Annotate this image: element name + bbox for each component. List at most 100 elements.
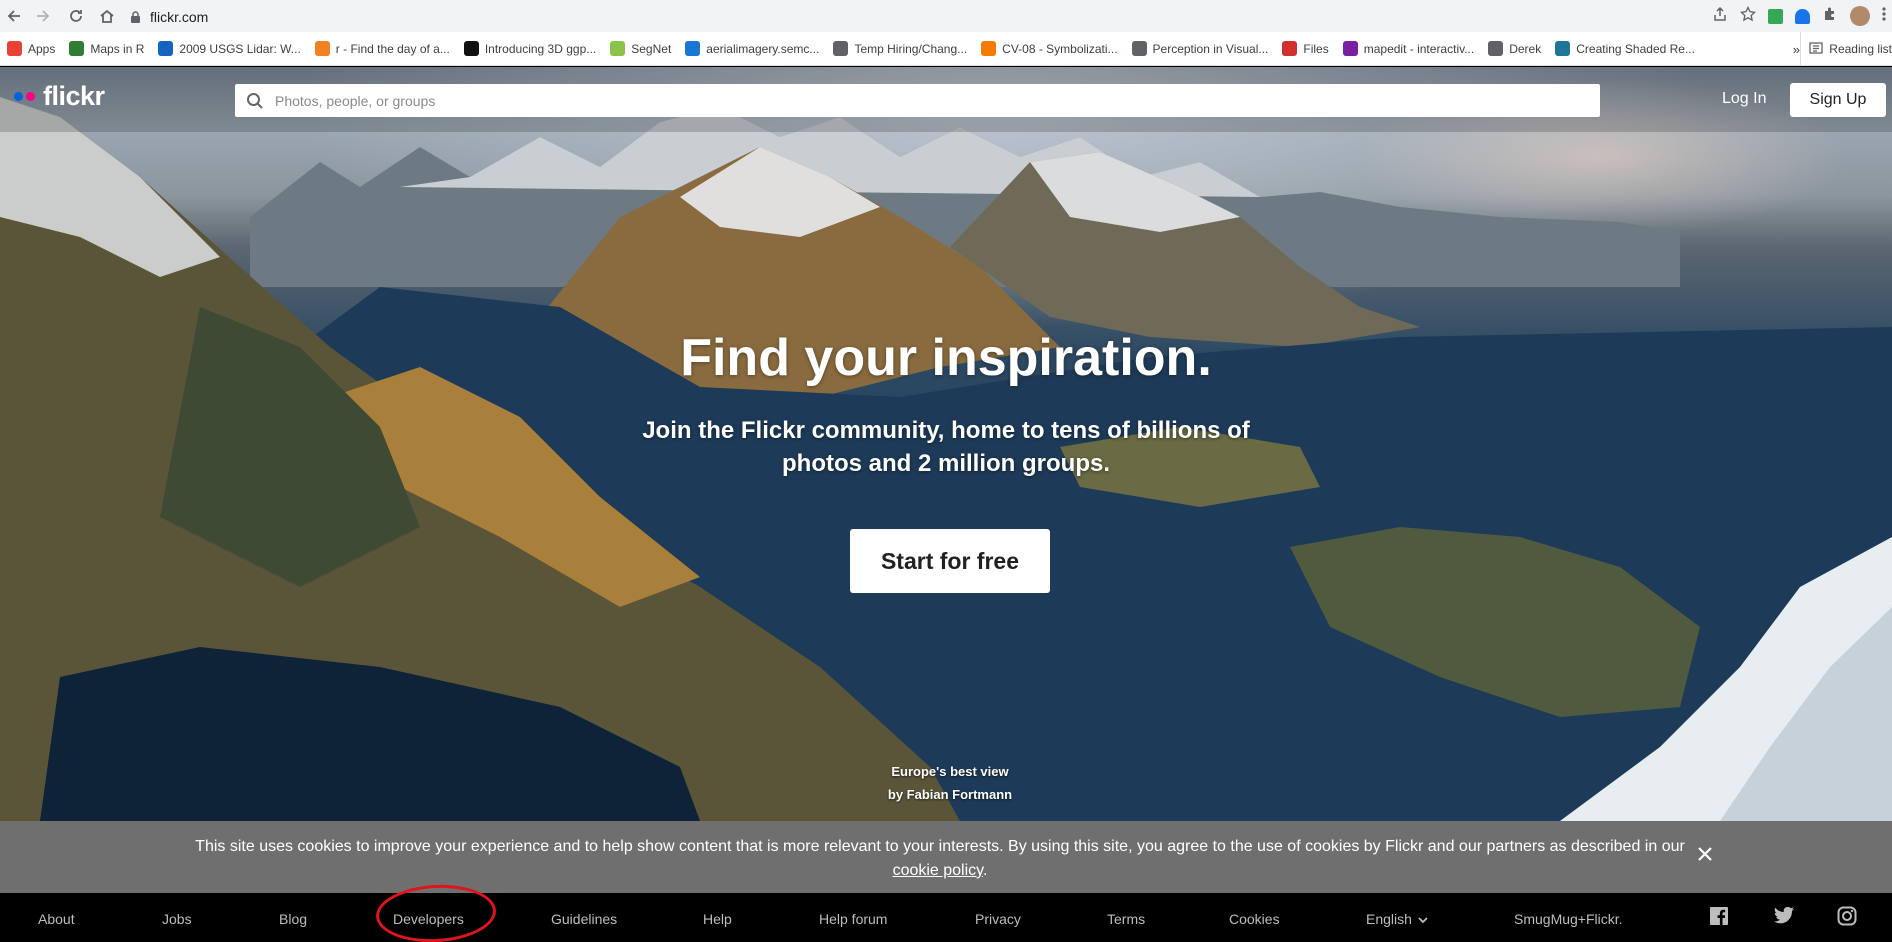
logo-dot-blue	[14, 92, 23, 101]
bookmark-favicon-icon	[981, 41, 997, 56]
footer-link-terms[interactable]: Terms	[1107, 911, 1145, 927]
address-bar[interactable]: flickr.com	[124, 4, 1724, 30]
cookie-policy-link[interactable]: cookie policy	[893, 862, 983, 879]
footer-link-guidelines[interactable]: Guidelines	[551, 911, 617, 927]
language-selector[interactable]: English	[1366, 911, 1428, 927]
hero-subtitle: Join the Flickr community, home to tens …	[642, 417, 1250, 477]
language-label: English	[1366, 911, 1412, 927]
hero-title: Find your inspiration.	[680, 329, 1212, 387]
signup-button[interactable]: Sign Up	[1790, 83, 1886, 117]
bookmark-label: Introducing 3D ggp...	[484, 41, 597, 56]
site-header: flickr Log In Sign Up	[0, 67, 1892, 132]
bookmark-item[interactable]: mapedit - interactiv...	[1336, 32, 1481, 65]
photo-credit[interactable]: Europe's best view by Fabian Fortmann	[850, 760, 1050, 806]
bookmark-label: Apps	[28, 41, 56, 56]
bookmark-favicon-icon	[610, 41, 626, 56]
back-icon[interactable]	[0, 2, 28, 30]
bookmark-label: SegNet	[631, 41, 672, 56]
reload-icon[interactable]	[62, 2, 90, 30]
bookmark-item[interactable]: 2009 USGS Lidar: W...	[151, 32, 307, 65]
bookmark-label: Creating Shaded Re...	[1576, 41, 1695, 56]
close-icon[interactable]	[1694, 843, 1716, 865]
browser-toolbar: flickr.com	[0, 0, 1892, 32]
url-text: flickr.com	[150, 9, 209, 25]
lock-icon	[124, 10, 146, 24]
reading-list-icon	[1809, 41, 1823, 58]
search-box[interactable]	[235, 84, 1600, 117]
bookmark-label: 2009 USGS Lidar: W...	[179, 41, 301, 56]
bookmark-item[interactable]: SegNet	[603, 32, 678, 65]
bookmark-item[interactable]: Apps	[0, 32, 62, 65]
bookmark-favicon-icon	[158, 41, 174, 56]
footer-link-privacy[interactable]: Privacy	[975, 911, 1021, 927]
photo-author[interactable]: by Fabian Fortmann	[850, 783, 1050, 806]
footer-link-help-forum[interactable]: Help forum	[819, 911, 887, 927]
login-link[interactable]: Log In	[1722, 90, 1766, 108]
bookmark-item[interactable]: r - Find the day of a...	[308, 32, 457, 65]
bookmark-favicon-icon	[685, 41, 701, 56]
photo-title[interactable]: Europe's best view	[850, 760, 1050, 783]
bookmark-favicon-icon	[1131, 41, 1147, 56]
logo-dot-pink	[26, 92, 35, 101]
bookmark-favicon-icon	[314, 41, 330, 56]
bookmarks-bar: Apps Maps in R 2009 USGS Lidar: W... r - Fi…	[0, 32, 1892, 66]
bookmark-favicon-icon	[1488, 41, 1504, 56]
bookmark-favicon-icon	[463, 41, 479, 56]
search-icon	[235, 92, 275, 110]
cookie-message: This site uses cookies to improve your e…	[195, 838, 1685, 855]
footer-link-smugmug[interactable]: SmugMug+Flickr.	[1514, 911, 1623, 927]
bookmark-label: Perception in Visual...	[1152, 41, 1269, 56]
bookmark-item[interactable]: Introducing 3D ggp...	[457, 32, 603, 65]
bookmark-item[interactable]: CV-08 - Symbolizati...	[974, 32, 1124, 65]
cookie-banner: This site uses cookies to improve your e…	[0, 821, 1892, 893]
start-for-free-button[interactable]: Start for free	[850, 529, 1050, 593]
bookmark-label: r - Find the day of a...	[335, 41, 450, 56]
bookmark-item[interactable]: Derek	[1481, 32, 1548, 65]
bookmark-item[interactable]: Temp Hiring/Chang...	[826, 32, 974, 65]
bookmark-label: mapedit - interactiv...	[1363, 41, 1475, 56]
bookmark-favicon-icon	[1342, 41, 1358, 56]
bookmark-label: Temp Hiring/Chang...	[854, 41, 968, 56]
footer-link-blog[interactable]: Blog	[279, 911, 307, 927]
bookmark-item[interactable]: Maps in R	[62, 32, 151, 65]
extension-shield-icon[interactable]	[1795, 8, 1810, 24]
reading-list-button[interactable]: Reading list	[1800, 32, 1892, 65]
bookmarks-overflow-button[interactable]: »	[1793, 32, 1800, 65]
reading-list-label: Reading list	[1829, 42, 1892, 56]
bookmark-favicon-icon	[1555, 41, 1571, 56]
home-icon[interactable]	[93, 2, 121, 30]
cookie-period: .	[982, 862, 988, 879]
instagram-icon[interactable]	[1837, 906, 1859, 928]
search-input[interactable]	[275, 92, 1600, 109]
profile-avatar-icon[interactable]	[1850, 6, 1870, 26]
bookmark-item[interactable]: aerialimagery.semc...	[678, 32, 826, 65]
bookmark-favicon-icon	[833, 41, 849, 56]
chevron-down-icon	[1418, 911, 1428, 927]
bookmark-favicon-icon	[1282, 41, 1298, 56]
bookmark-star-icon[interactable]	[1739, 5, 1757, 26]
footer-link-jobs[interactable]: Jobs	[162, 911, 192, 927]
bookmark-label: Derek	[1509, 41, 1542, 56]
facebook-icon[interactable]	[1709, 906, 1731, 928]
bookmark-favicon-icon	[69, 41, 85, 56]
bookmark-favicon-icon	[7, 41, 22, 56]
share-icon[interactable]	[1712, 6, 1728, 26]
footer-link-help[interactable]: Help	[703, 911, 732, 927]
bookmark-label: Files	[1303, 41, 1329, 56]
footer-link-about[interactable]: About	[38, 911, 75, 927]
bookmark-item[interactable]: Perception in Visual...	[1125, 32, 1276, 65]
site-footer: About Jobs Blog Developers Guidelines He…	[0, 893, 1892, 942]
extensions-puzzle-icon[interactable]	[1822, 6, 1838, 26]
bookmark-label: CV-08 - Symbolizati...	[1002, 41, 1118, 56]
bookmark-label: Maps in R	[90, 41, 145, 56]
forward-icon[interactable]	[29, 2, 57, 30]
twitter-icon[interactable]	[1773, 906, 1795, 928]
bookmark-label: aerialimagery.semc...	[706, 41, 820, 56]
bookmark-item[interactable]: Files	[1275, 32, 1335, 65]
extension-sheets-icon[interactable]	[1768, 8, 1783, 24]
footer-link-cookies[interactable]: Cookies	[1229, 911, 1280, 927]
bookmark-item[interactable]: Creating Shaded Re...	[1548, 32, 1702, 65]
flickr-logo[interactable]: flickr	[14, 81, 105, 112]
logo-text: flickr	[43, 81, 105, 111]
chrome-menu-icon[interactable]	[1882, 6, 1886, 26]
